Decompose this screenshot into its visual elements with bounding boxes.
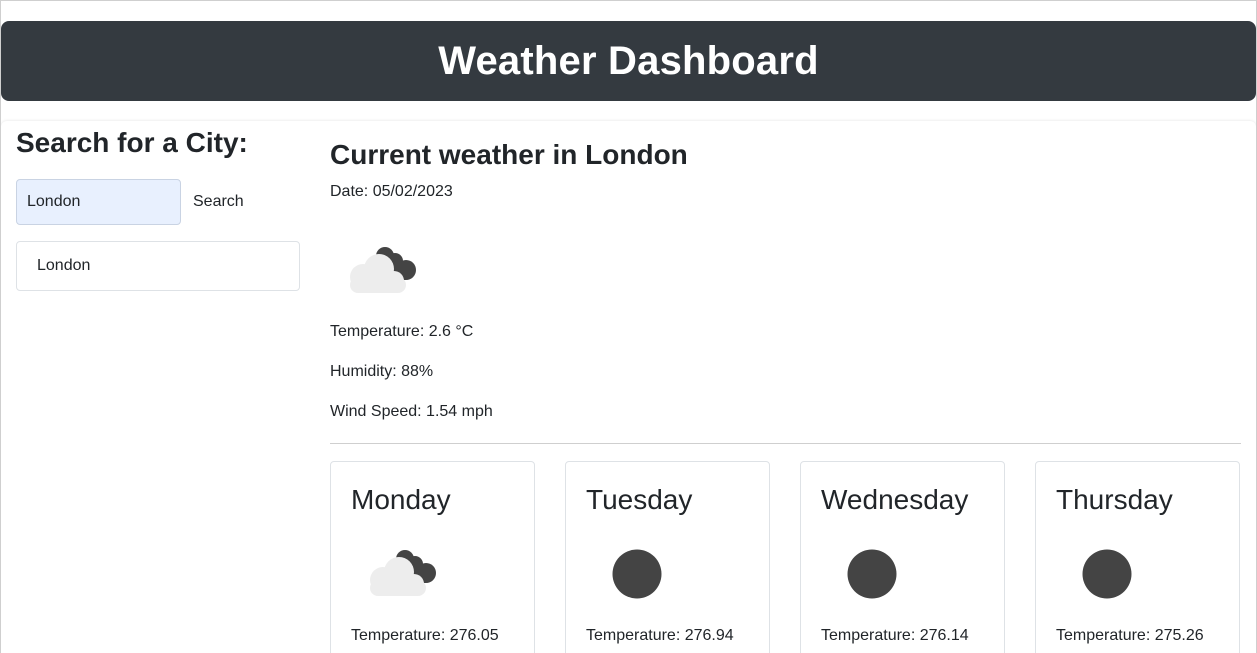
forecast-card: Monday Temperature: 276.05 [330,461,535,653]
moon-icon [612,549,662,599]
forecast-card: Thursday Temperature: 275.26 [1035,461,1240,653]
current-humidity: Humidity: 88% [330,363,434,380]
moon-icon [1082,549,1132,599]
forecast-temperature: Temperature: 276.05 [351,627,499,644]
app-header: Weather Dashboard [1,21,1256,101]
search-button[interactable]: Search [183,179,254,225]
forecast-temperature: Temperature: 276.14 [821,627,969,644]
current-date: Date: 05/02/2023 [330,183,453,200]
app-frame: Weather Dashboard Search for a City: Sea… [0,0,1257,653]
forecast-day: Monday [351,484,451,515]
current-wind-speed: Wind Speed: 1.54 mph [330,403,493,420]
forecast-day: Wednesday [821,484,969,515]
forecast-temperature: Temperature: 276.94 [586,627,734,644]
forecast-day: Thursday [1056,484,1173,515]
moon-icon [847,549,897,599]
search-title: Search for a City: [16,127,248,158]
cloudy-night-icon [361,542,461,607]
section-divider [330,443,1241,444]
forecast-temperature: Temperature: 275.26 [1056,627,1204,644]
cloudy-night-icon [341,239,421,299]
forecast-day: Tuesday [586,484,693,515]
history-item-london[interactable]: London [16,241,300,291]
forecast-card: Tuesday Temperature: 276.94 [565,461,770,653]
forecast-card: Wednesday Temperature: 276.14 [800,461,1005,653]
city-search-input[interactable] [16,179,181,225]
current-weather-title: Current weather in London [330,139,688,170]
app-title: Weather Dashboard [438,38,819,83]
current-temperature: Temperature: 2.6 °C [330,323,474,340]
